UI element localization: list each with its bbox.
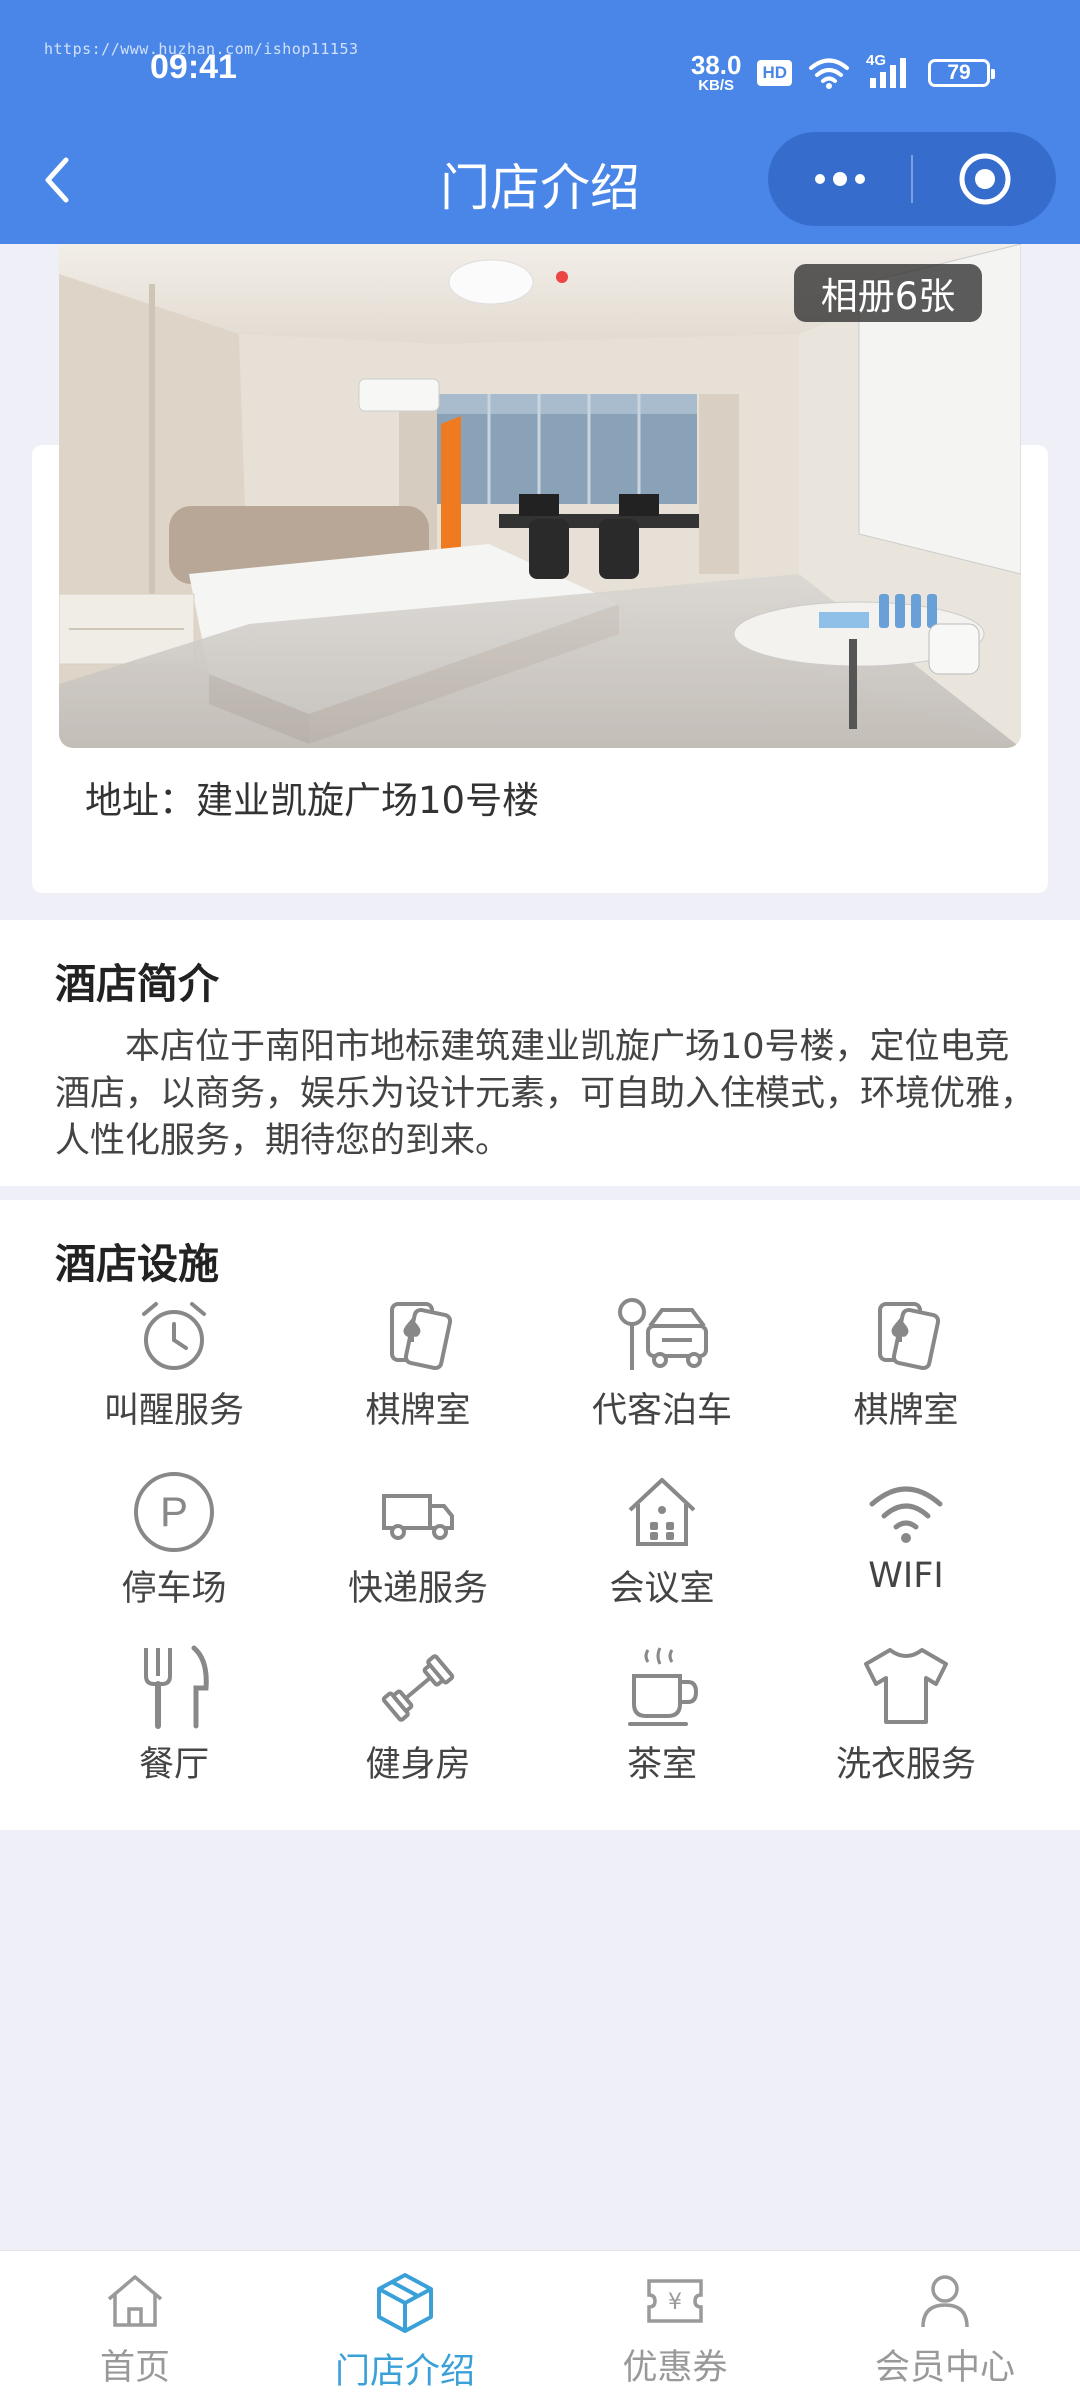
facility-label: 会议室	[609, 1569, 715, 1609]
store-cube-icon	[377, 2273, 433, 2333]
coupon-icon: ¥	[647, 2279, 703, 2323]
facility-label: 叫醒服务	[103, 1391, 244, 1431]
facility-label: 快递服务	[347, 1569, 488, 1609]
svg-text:¥: ¥	[668, 2290, 682, 2315]
playing-cards-icon	[390, 1302, 453, 1371]
restaurant-icon	[144, 1645, 209, 1729]
more-button[interactable]	[768, 132, 911, 226]
facility-item: 快递服务	[296, 1470, 540, 1611]
home-icon	[107, 2275, 163, 2327]
playing-cards-icon	[878, 1302, 941, 1371]
cell-signal: 4G	[866, 52, 912, 90]
facility-label: 茶室	[626, 1745, 697, 1785]
facility-item: P 停车场	[52, 1470, 296, 1611]
alarm-clock-icon	[142, 1302, 206, 1370]
meeting-room-icon	[628, 1478, 696, 1546]
net-speed: 38.0 KB/S	[691, 52, 742, 93]
facility-item: 会议室	[540, 1470, 784, 1611]
bottom-tab-bar: 首页 门店介绍 ¥ 优惠券 会员中心	[0, 2250, 1080, 2401]
facility-item: 健身房	[296, 1642, 540, 1787]
svg-text:P: P	[160, 1488, 188, 1535]
status-icons: 38.0 KB/S HD 4G 79	[691, 52, 995, 93]
store-address: 地址：建业凯旋广场10号楼	[85, 779, 540, 822]
wifi-signal-icon	[809, 58, 849, 89]
battery-indicator: 79	[928, 58, 995, 87]
facility-item: 叫醒服务	[52, 1296, 296, 1433]
facility-item: 棋牌室	[296, 1296, 540, 1433]
intro-text: 本店位于南阳市地标建筑建业凯旋广场10号楼，定位电竞酒店，以商务，娱乐为设计元素…	[55, 1027, 1036, 1161]
tab-label: 门店介绍	[334, 2352, 475, 2392]
facilities-title: 酒店设施	[55, 1240, 219, 1288]
tea-cup-icon	[628, 1647, 699, 1726]
tab-store-intro[interactable]: 门店介绍	[270, 2251, 540, 2401]
cell-signal-icon	[870, 57, 906, 88]
hotel-facilities-section: 酒店设施 叫醒服务 棋牌室 代客泊车 棋牌室 P 停车场 快递服务 会议室 WI…	[0, 1200, 1080, 1830]
facility-item: 餐厅	[52, 1642, 296, 1787]
tab-home[interactable]: 首页	[0, 2251, 270, 2401]
facility-item: 代客泊车	[540, 1296, 784, 1433]
facility-item: 洗衣服务	[784, 1642, 1028, 1787]
facility-label: WIFI	[868, 1556, 944, 1596]
mini-program-capsule	[768, 132, 1056, 226]
facility-label: 停车场	[121, 1569, 227, 1609]
header-bar: https://www.huzhan.com/ishop11153 09:41 …	[0, 0, 1080, 244]
net-speed-value: 38.0	[690, 50, 742, 80]
facility-label: 餐厅	[138, 1745, 209, 1785]
dumbbell-icon	[381, 1654, 455, 1722]
album-count-badge[interactable]: 相册6张	[794, 264, 982, 322]
tab-member-center[interactable]: 会员中心	[810, 2251, 1080, 2401]
facility-label: 代客泊车	[591, 1391, 732, 1431]
net-speed-unit: KB/S	[698, 77, 735, 94]
valet-parking-icon	[618, 1298, 708, 1370]
more-dots-icon	[814, 172, 865, 186]
tab-label: 会员中心	[874, 2348, 1015, 2388]
status-time: 09:41	[150, 48, 237, 86]
wifi-icon	[869, 1486, 943, 1543]
facility-item: 茶室	[540, 1642, 784, 1787]
facility-item: WIFI	[784, 1470, 1028, 1596]
facility-item: 棋牌室	[784, 1296, 1028, 1433]
hotel-intro-section: 酒店简介 本店位于南阳市地标建筑建业凯旋广场10号楼，定位电竞酒店，以商务，娱乐…	[0, 920, 1080, 1186]
user-icon	[921, 2275, 969, 2328]
tab-label: 优惠券	[622, 2348, 728, 2388]
facility-label: 棋牌室	[365, 1391, 471, 1431]
tab-label: 首页	[99, 2348, 170, 2388]
laundry-shirt-icon	[864, 1648, 948, 1724]
intro-title: 酒店简介	[55, 960, 219, 1008]
hd-badge: HD	[757, 59, 792, 86]
battery-level: 79	[947, 60, 971, 84]
facility-label: 健身房	[365, 1745, 471, 1785]
delivery-truck-icon	[382, 1494, 454, 1540]
close-miniprogram-button[interactable]	[913, 132, 1056, 226]
facility-label: 棋牌室	[853, 1391, 959, 1431]
parking-icon: P	[134, 1472, 214, 1552]
tab-coupons[interactable]: ¥ 优惠券	[540, 2251, 810, 2401]
facility-label: 洗衣服务	[835, 1745, 976, 1785]
target-circle-icon	[959, 153, 1010, 205]
